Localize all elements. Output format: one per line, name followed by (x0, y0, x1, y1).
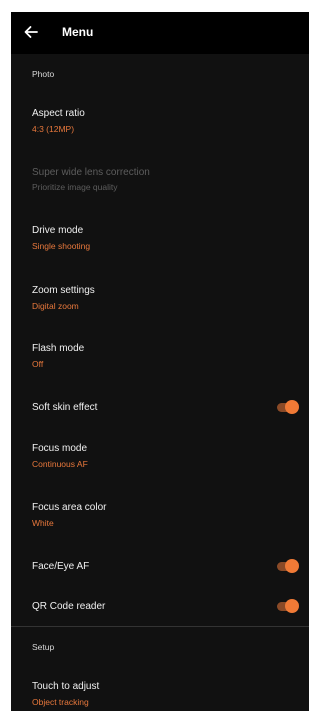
menu-item-value: Off (32, 359, 44, 369)
top-app-bar: Menu (11, 12, 309, 54)
menu-item-label: Flash mode (32, 343, 85, 354)
menu-item-value: 4:3 (12MP) (32, 124, 75, 134)
toggle-knob (285, 599, 299, 613)
menu-item-label: Face/Eye AF (32, 561, 90, 572)
menu-item-focus-area-color[interactable]: Focus area color White (32, 502, 292, 528)
camera-menu-screen: Menu Photo Aspect ratio 4:3 (12MP) Super… (11, 12, 309, 711)
menu-item-qr-code-reader[interactable]: QR Code reader (32, 601, 292, 612)
face-eye-af-toggle[interactable] (275, 559, 299, 573)
menu-item-label: Focus area color (32, 502, 107, 513)
menu-item-value: Prioritize image quality (32, 182, 118, 192)
menu-item-super-wide-lens-correction: Super wide lens correction Prioritize im… (32, 167, 292, 192)
menu-item-aspect-ratio[interactable]: Aspect ratio 4:3 (12MP) (32, 108, 292, 134)
menu-item-soft-skin-effect[interactable]: Soft skin effect (32, 402, 292, 413)
section-header-photo: Photo (32, 69, 55, 79)
menu-item-label: Focus mode (32, 443, 88, 454)
menu-item-value: Object tracking (32, 697, 89, 707)
menu-item-label: Zoom settings (32, 285, 95, 296)
menu-item-face-eye-af[interactable]: Face/Eye AF (32, 561, 292, 572)
toggle-knob (285, 559, 299, 573)
menu-item-label: Soft skin effect (32, 402, 98, 413)
menu-item-drive-mode[interactable]: Drive mode Single shooting (32, 225, 292, 251)
page-title: Menu (62, 25, 94, 39)
section-header-setup: Setup (32, 642, 55, 652)
menu-item-zoom-settings[interactable]: Zoom settings Digital zoom (32, 285, 292, 311)
menu-item-touch-to-adjust[interactable]: Touch to adjust Object tracking (32, 681, 292, 707)
arrow-left-icon[interactable] (23, 24, 39, 40)
menu-item-value: Single shooting (32, 241, 91, 251)
menu-item-label: Aspect ratio (32, 108, 85, 119)
menu-item-flash-mode[interactable]: Flash mode Off (32, 343, 292, 369)
menu-item-label: Drive mode (32, 225, 84, 236)
section-divider (11, 626, 309, 627)
menu-item-value: Continuous AF (32, 459, 88, 469)
soft-skin-effect-toggle[interactable] (275, 400, 299, 414)
menu-item-label: QR Code reader (32, 601, 106, 612)
toggle-knob (285, 400, 299, 414)
menu-item-label: Touch to adjust (32, 681, 100, 692)
qr-code-reader-toggle[interactable] (275, 599, 299, 613)
menu-item-label: Super wide lens correction (32, 167, 150, 178)
menu-item-value: White (32, 518, 54, 528)
menu-item-value: Digital zoom (32, 301, 79, 311)
menu-item-focus-mode[interactable]: Focus mode Continuous AF (32, 443, 292, 469)
